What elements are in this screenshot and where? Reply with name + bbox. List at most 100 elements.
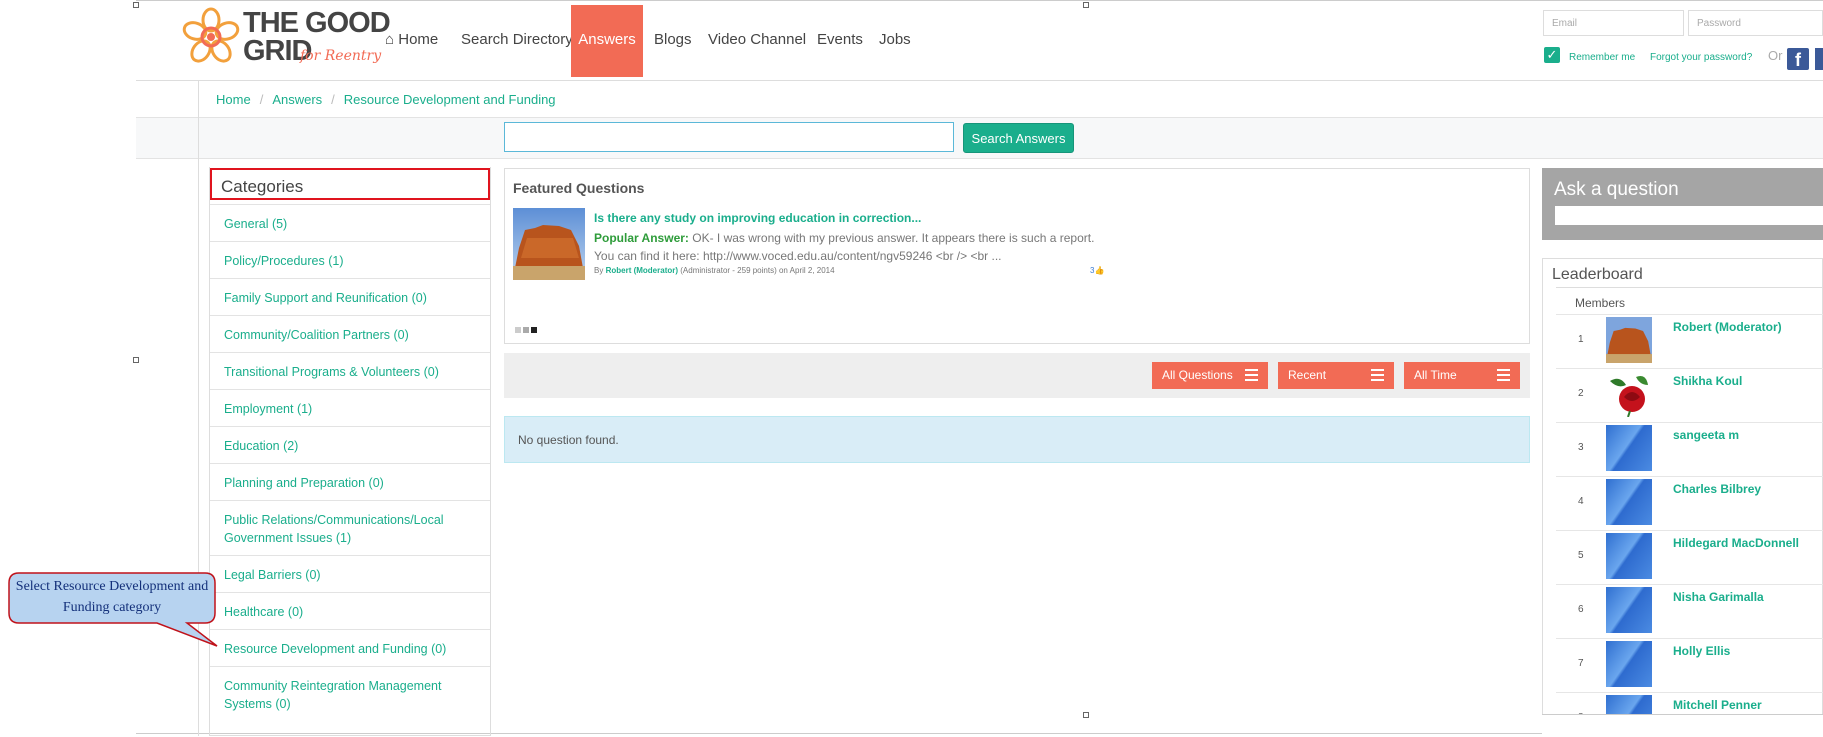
leaderboard-member-name[interactable]: Nisha Garimalla (1673, 590, 1764, 604)
category-item-healthcare[interactable]: Healthcare (0) (210, 592, 490, 629)
category-item-planning[interactable]: Planning and Preparation (0) (210, 463, 490, 500)
default-avatar-icon[interactable] (1606, 425, 1652, 471)
leaderboard-row: 7 Holly Ellis (1556, 638, 1823, 693)
social-login-icon[interactable] (1815, 48, 1823, 70)
breadcrumb-answers[interactable]: Answers (272, 92, 322, 107)
leaderboard-member-name[interactable]: Robert (Moderator) (1673, 320, 1782, 334)
category-item-policy[interactable]: Policy/Procedures (1) (210, 241, 490, 278)
recent-dropdown[interactable]: Recent (1278, 362, 1394, 389)
leaderboard-row: 4 Charles Bilbrey (1556, 476, 1823, 531)
remember-me-checkbox[interactable]: ✓ (1544, 47, 1560, 63)
selection-handle (133, 357, 139, 363)
featured-answer-meta: By Robert (Moderator) (Administrator - 2… (594, 266, 835, 275)
carousel-dot[interactable] (523, 327, 529, 333)
all-questions-label: All Questions (1162, 368, 1233, 382)
nav-video-channel[interactable]: Video Channel (708, 31, 806, 48)
leaderboard-member-name[interactable]: Hildegard MacDonnell (1673, 536, 1799, 550)
meta-by: By (594, 266, 604, 275)
home-icon: ⌂ (385, 31, 395, 48)
all-time-dropdown[interactable]: All Time (1404, 362, 1520, 389)
selection-handle (1083, 712, 1089, 718)
leaderboard-rank: 1 (1578, 334, 1584, 345)
leaderboard-member-name[interactable]: Charles Bilbrey (1673, 482, 1761, 496)
forgot-password-link[interactable]: Forgot your password? (1650, 52, 1752, 63)
search-answers-button[interactable]: Search Answers (963, 123, 1074, 153)
default-avatar-icon[interactable] (1606, 641, 1652, 687)
leaderboard-rank: 4 (1578, 496, 1584, 507)
nav-home[interactable]: ⌂ Home (385, 31, 438, 48)
default-avatar-icon[interactable] (1606, 587, 1652, 633)
breadcrumb-separator: / (331, 92, 335, 107)
leaderboard-rank: 5 (1578, 550, 1584, 561)
category-item-employment[interactable]: Employment (1) (210, 389, 490, 426)
rose-photo-icon (1606, 371, 1652, 418)
featured-question-link[interactable]: Is there any study on improving educatio… (594, 211, 921, 225)
featured-question-image[interactable] (513, 208, 585, 280)
password-field[interactable]: Password (1688, 10, 1823, 36)
category-item-legal-barriers[interactable]: Legal Barriers (0) (210, 555, 490, 592)
facebook-login-icon[interactable]: f (1787, 48, 1809, 70)
ask-question-input[interactable] (1555, 206, 1823, 225)
nav-jobs[interactable]: Jobs (879, 31, 911, 48)
thumbs-up-icon: 👍 (1094, 266, 1105, 275)
like-count[interactable]: 3👍 (1090, 266, 1104, 275)
search-input[interactable] (504, 122, 954, 152)
remember-me-label[interactable]: Remember me (1569, 52, 1635, 63)
category-item-community-reintegration[interactable]: Community Reintegration Management Syste… (210, 666, 490, 736)
meta-role: (Administrator - 259 points) (680, 266, 777, 275)
leaderboard-member-name[interactable]: sangeeta m (1673, 428, 1739, 442)
default-avatar-icon[interactable] (1606, 479, 1652, 525)
menu-icon (1497, 369, 1510, 381)
leaderboard-row: 5 Hildegard MacDonnell (1556, 530, 1823, 585)
category-item-public-relations[interactable]: Public Relations/Communications/Local Go… (210, 500, 490, 555)
featured-answer: Popular Answer: OK- I was wrong with my … (594, 229, 1114, 265)
all-time-label: All Time (1414, 368, 1457, 382)
leaderboard-members-label: Members (1575, 296, 1626, 310)
carousel-dot-active[interactable] (531, 327, 537, 333)
default-avatar-icon[interactable] (1606, 695, 1652, 715)
meta-author-link[interactable]: Robert (Moderator) (606, 266, 678, 275)
email-field[interactable]: Email (1543, 10, 1684, 36)
leaderboard-rank: 3 (1578, 442, 1584, 453)
leaderboard-member-name[interactable]: Mitchell Penner (1673, 698, 1762, 712)
recent-label: Recent (1288, 368, 1327, 382)
leaderboard-row: 1 Robert (Moderator) (1556, 314, 1823, 369)
leaderboard-row: 8 Mitchell Penner (1556, 692, 1823, 715)
breadcrumb-home[interactable]: Home (216, 92, 251, 107)
category-item-general[interactable]: General (5) (210, 204, 490, 241)
avatar[interactable] (1606, 317, 1652, 363)
leaderboard-member-name[interactable]: Shikha Koul (1673, 374, 1742, 388)
nav-home-label: Home (398, 31, 439, 48)
ask-question-title: Ask a question (1554, 179, 1679, 200)
avatar[interactable] (1606, 371, 1652, 418)
breadcrumb: Home / Answers / Resource Development and Fu… (216, 92, 556, 107)
rock-photo-icon (1606, 317, 1652, 363)
logo-tagline: for Reentry (300, 48, 382, 64)
all-questions-dropdown[interactable]: All Questions (1152, 362, 1268, 389)
category-item-resource-development[interactable]: Resource Development and Funding (0) (210, 629, 490, 666)
category-item-community-partners[interactable]: Community/Coalition Partners (0) (210, 315, 490, 352)
gutter-divider (198, 117, 199, 158)
nav-events[interactable]: Events (817, 31, 863, 48)
nav-blogs[interactable]: Blogs (654, 31, 692, 48)
breadcrumb-current[interactable]: Resource Development and Funding (344, 92, 556, 107)
leaderboard-rank: 7 (1578, 658, 1584, 669)
leaderboard-row: 3 sangeeta m (1556, 422, 1823, 477)
default-avatar-icon[interactable] (1606, 533, 1652, 579)
category-item-transitional[interactable]: Transitional Programs & Volunteers (0) (210, 352, 490, 389)
menu-icon (1371, 369, 1384, 381)
nav-search-directory[interactable]: Search Directory (461, 31, 573, 48)
leaderboard-member-name[interactable]: Holly Ellis (1673, 644, 1730, 658)
category-item-education[interactable]: Education (2) (210, 426, 490, 463)
leaderboard-rank: 2 (1578, 388, 1584, 399)
leaderboard-row: 6 Nisha Garimalla (1556, 584, 1823, 639)
categories-title: Categories (210, 168, 490, 200)
selection-handle (1083, 2, 1089, 8)
leaderboard-row: 2 Shikha Koul (1556, 368, 1823, 423)
category-item-family-support[interactable]: Family Support and Reunification (0) (210, 278, 490, 315)
nav-answers[interactable]: Answers (571, 31, 643, 48)
carousel-dot[interactable] (515, 327, 521, 333)
menu-icon (1245, 369, 1258, 381)
logo-line1: THE GOOD (243, 7, 391, 39)
instruction-callout: Select Resource Development and Funding … (7, 572, 218, 647)
